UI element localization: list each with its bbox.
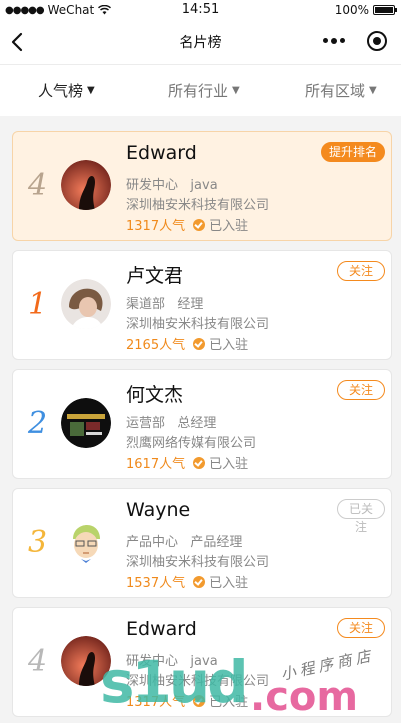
filter-label: 所有行业 [168, 82, 229, 100]
verified-label: 已入驻 [209, 457, 249, 472]
avatar [61, 279, 111, 329]
verified-label: 已入驻 [209, 576, 249, 591]
rank-number: 2 [28, 406, 48, 441]
followed-button[interactable]: 已关注 [337, 499, 385, 534]
card-company: 烈鹰网络传媒有限公司 [126, 436, 257, 451]
avatar [61, 517, 111, 567]
card-company: 深圳柚安米科技有限公司 [126, 317, 270, 332]
card-meta: 1317人气 已入驻 [126, 691, 248, 710]
card-name: 卢文君 [126, 265, 184, 287]
filter-label: 人气榜 [38, 82, 84, 100]
card-name: Edward [126, 142, 197, 164]
verified-check-icon [193, 456, 206, 469]
department-label: 产品中心 [126, 535, 179, 550]
filter-label: 所有区域 [305, 82, 366, 100]
verified-label: 已入驻 [209, 695, 249, 710]
filter-industry[interactable]: 所有行业 ▼ [168, 80, 240, 101]
card-company: 深圳柚安米科技有限公司 [126, 198, 270, 213]
follow-button[interactable]: 关注 [337, 618, 385, 638]
nav-bar: 名片榜 [0, 20, 401, 64]
card-item[interactable]: 1 卢文君 渠道部 经理 深圳柚安米科技有限公司 2165人气 已入驻 关注 [12, 250, 392, 360]
card-meta: 1617人气 已入驻 [126, 453, 248, 472]
department-label: 研发中心 [126, 654, 179, 669]
card-company: 深圳柚安米科技有限公司 [126, 674, 270, 689]
caret-down-icon: ▼ [232, 85, 240, 96]
avatar [61, 398, 111, 448]
department-label: 渠道部 [126, 297, 166, 312]
rank-number: 3 [28, 525, 48, 560]
card-item[interactable]: 2 何文杰 运营部 总经理 烈鹰网络传媒有限公司 1617人气 已入驻 关注 [12, 369, 392, 479]
verified-check-icon [193, 337, 206, 350]
position-label: 经理 [177, 297, 204, 312]
more-icon[interactable] [323, 38, 345, 44]
position-label: java [190, 178, 218, 193]
rank-number: 1 [28, 287, 48, 322]
mini-program-capsule [323, 31, 387, 51]
card-department: 渠道部 经理 [126, 293, 203, 312]
popularity-count: 1617人气 [126, 457, 186, 472]
status-right: 100% [334, 3, 397, 17]
card-meta: 1317人气 已入驻 [126, 215, 248, 234]
position-label: java [190, 654, 218, 669]
verified-check-icon [193, 694, 206, 707]
status-bar: ●●●●● WeChat 14:51 100% [0, 0, 401, 20]
popularity-count: 1317人气 [126, 695, 186, 710]
verified-label: 已入驻 [209, 219, 249, 234]
card-meta: 2165人气 已入驻 [126, 334, 248, 353]
department-label: 研发中心 [126, 178, 179, 193]
popularity-count: 1537人气 [126, 576, 186, 591]
position-label: 产品经理 [190, 535, 243, 550]
department-label: 运营部 [126, 416, 166, 431]
position-label: 总经理 [177, 416, 217, 431]
battery-label: 100% [334, 3, 369, 17]
card-department: 产品中心 产品经理 [126, 531, 242, 550]
popularity-count: 1317人气 [126, 219, 186, 234]
card-company: 深圳柚安米科技有限公司 [126, 555, 270, 570]
card-meta: 1537人气 已入驻 [126, 572, 248, 591]
card-name: 何文杰 [126, 384, 184, 406]
popularity-count: 2165人气 [126, 338, 186, 353]
filter-bar: 人气榜 ▼ 所有行业 ▼ 所有区域 ▼ [0, 64, 401, 116]
battery-icon [373, 5, 397, 15]
promote-rank-button[interactable]: 提升排名 [320, 142, 385, 162]
card-item[interactable]: 3 Wayne 产品中心 产品经理 深圳柚安米科技有限公司 1537人气 已入驻… [12, 488, 392, 598]
rank-number: 4 [28, 644, 48, 679]
card-department: 研发中心 java [126, 174, 218, 193]
avatar [61, 636, 111, 686]
verified-check-icon [193, 218, 206, 231]
close-capsule-icon[interactable] [367, 31, 387, 51]
follow-button[interactable]: 关注 [337, 380, 385, 400]
rank-number: 4 [28, 168, 48, 203]
caret-down-icon: ▼ [87, 85, 95, 96]
verified-check-icon [193, 575, 206, 588]
card-department: 运营部 总经理 [126, 412, 216, 431]
filter-region[interactable]: 所有区域 ▼ [305, 80, 377, 101]
caret-down-icon: ▼ [369, 85, 377, 96]
card-item[interactable]: 4 Edward 研发中心 java 深圳柚安米科技有限公司 1317人气 已入… [12, 131, 392, 241]
follow-button[interactable]: 关注 [337, 261, 385, 281]
card-department: 研发中心 java [126, 650, 218, 669]
card-name: Wayne [126, 499, 191, 521]
card-item[interactable]: 4 Edward 研发中心 java 深圳柚安米科技有限公司 1317人气 已入… [12, 607, 392, 717]
filter-ranking[interactable]: 人气榜 ▼ [38, 80, 95, 101]
avatar [61, 160, 111, 210]
verified-label: 已入驻 [209, 338, 249, 353]
card-name: Edward [126, 618, 197, 640]
